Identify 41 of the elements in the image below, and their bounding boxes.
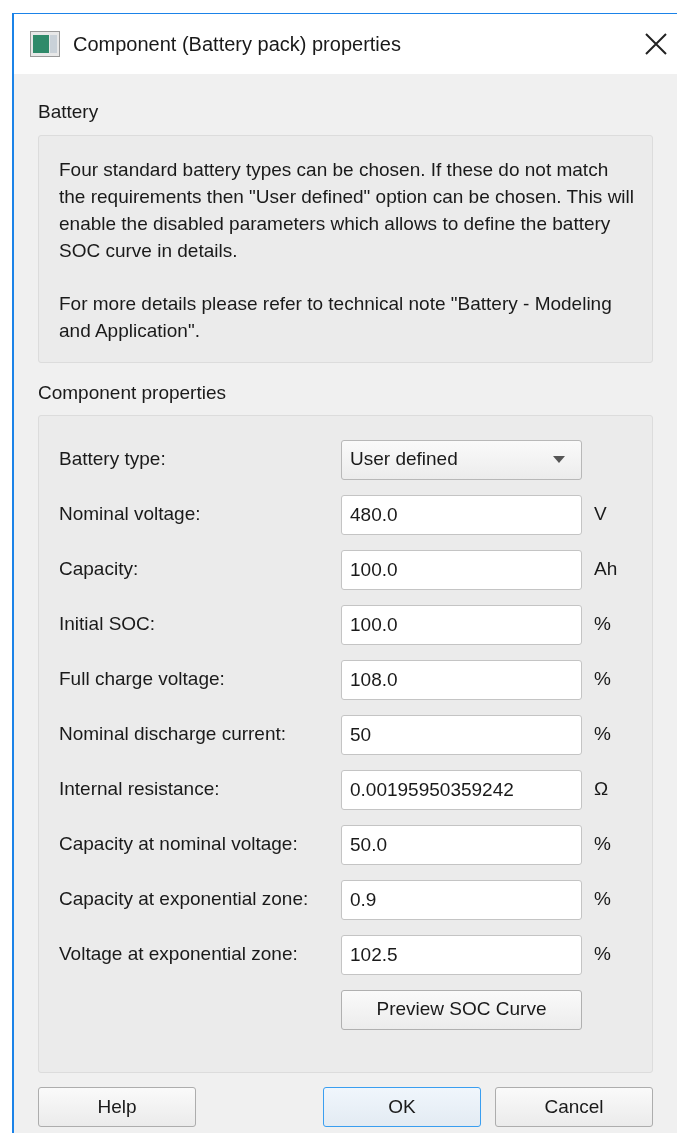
- field-label: Nominal discharge current:: [59, 723, 287, 745]
- unit-label: %: [594, 722, 611, 747]
- input-field[interactable]: 480.0: [341, 494, 582, 535]
- field-label: Internal resistance:: [59, 778, 220, 800]
- section-title: Component properties: [38, 380, 227, 405]
- field-label: Voltage at exponential zone:: [59, 943, 298, 965]
- input-field[interactable]: 102.5: [341, 934, 582, 975]
- input-field[interactable]: 100.0: [341, 549, 582, 590]
- dialog-button[interactable]: OK: [323, 1087, 481, 1127]
- unit-label: %: [594, 942, 611, 967]
- unit-label: %: [594, 612, 611, 637]
- input-field[interactable]: 0.00195950359242: [341, 769, 582, 810]
- app-icon: [30, 31, 60, 57]
- field-label: Capacity:: [59, 558, 139, 580]
- battery-type-dropdown[interactable]: User defined: [341, 439, 582, 480]
- input-field[interactable]: 50: [341, 714, 582, 755]
- unit-label: %: [594, 887, 611, 912]
- field-label: Full charge voltage:: [59, 668, 225, 690]
- close-icon[interactable]: [645, 33, 667, 55]
- dialog-button[interactable]: Help: [38, 1087, 196, 1127]
- input-field[interactable]: 50.0: [341, 824, 582, 865]
- field-label: Capacity at nominal voltage:: [59, 833, 298, 855]
- description-text: For more details please refer to technical note "Battery - Modeling and Application".: [59, 291, 613, 343]
- caret-icon: [553, 456, 565, 463]
- unit-label: %: [594, 667, 611, 692]
- window-title: Component (Battery pack) properties: [73, 32, 402, 57]
- unit-label: Ω: [594, 777, 609, 802]
- description-text: Four standard battery types can be chosen. If these do not match the requirements then "User defined" option can be chosen. This will enable the disabled parameters which allows to define the battery SOC curve in details.: [59, 157, 636, 263]
- input-field[interactable]: 0.9: [341, 879, 582, 920]
- field-label: Capacity at exponential zone:: [59, 888, 309, 910]
- input-field[interactable]: 100.0: [341, 604, 582, 645]
- unit-label: Ah: [594, 557, 618, 582]
- section-title: Battery: [38, 100, 100, 124]
- preview-button[interactable]: Preview SOC Curve: [341, 989, 582, 1030]
- unit-label: V: [594, 502, 607, 527]
- field-label: Nominal voltage:: [59, 503, 201, 525]
- unit-label: %: [594, 832, 611, 857]
- input-field[interactable]: 108.0: [341, 659, 582, 700]
- dialog-button[interactable]: Cancel: [495, 1087, 653, 1127]
- field-label: Battery type:: [59, 448, 166, 470]
- field-label: Initial SOC:: [59, 613, 156, 635]
